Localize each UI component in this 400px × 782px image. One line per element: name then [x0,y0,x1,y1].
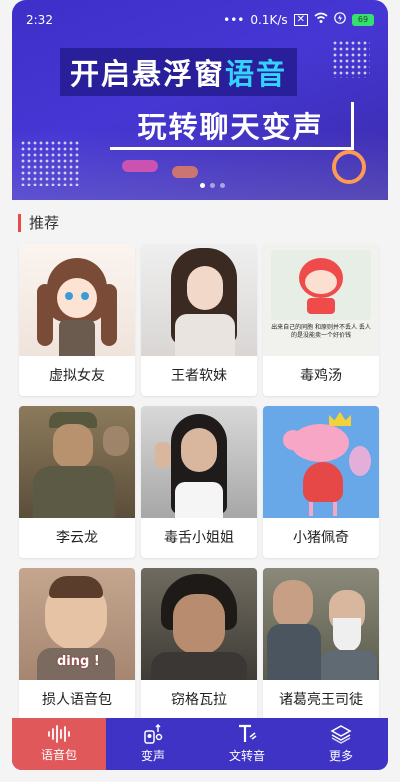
drama-still-image [263,568,379,680]
status-indicators: ••• 0.1K/s ✕ 69 [223,12,374,27]
tab-voice-pack[interactable]: 语音包 [12,718,106,770]
banner-headline: 开启悬浮窗 语音 [60,48,298,96]
voice-pack-card[interactable]: 出来自己的同胞 和原则并不丢人 丢人的是没能卖一个好价钱 毒鸡汤 [263,244,379,396]
card-label: 毒舌小姐姐 [164,530,234,546]
recommend-section: 推荐 虚拟女友 王者软妹 出来自己的同胞 和原则并不丢人 丢人的是没能卖一个好价… [12,200,388,720]
image-caption: 出来自己的同胞 和原则并不丢人 丢人的是没能卖一个好价钱 [271,324,371,339]
network-speed: 0.1K/s [250,12,288,27]
card-label: 小猪佩奇 [293,530,349,546]
bottom-tab-bar: 语音包 变声 文转音 更多 [12,718,388,770]
tab-more[interactable]: 更多 [294,718,388,770]
card-label: 窃格瓦拉 [171,692,227,708]
voice-pack-card[interactable]: ding ! 损人语音包 [19,568,135,720]
voice-pack-card[interactable]: 毒舌小姐姐 [141,406,257,558]
layers-icon [330,724,352,744]
voice-pack-grid: 虚拟女友 王者软妹 出来自己的同胞 和原则并不丢人 丢人的是没能卖一个好价钱 毒… [19,244,381,720]
voice-change-icon [142,724,164,744]
voice-pack-card[interactable]: 李云龙 [19,406,135,558]
card-label: 毒鸡汤 [300,368,342,384]
pager-dot [210,183,215,188]
tab-label: 变声 [140,749,165,763]
anime-girl-image [19,244,135,356]
pager-dot [200,183,205,188]
card-label: 李云龙 [56,530,98,546]
decor-dots [20,140,80,186]
decor-dots [332,40,370,78]
card-label: 损人语音包 [42,692,112,708]
sim-icon: ✕ [293,13,308,26]
voice-pack-card[interactable]: 王者软妹 [141,244,257,396]
girl-photo-image [141,244,257,356]
tab-voice-change[interactable]: 变声 [106,718,200,770]
image-caption: ding ! [57,654,100,669]
status-time: 2:32 [26,13,53,27]
decor-ring [332,150,366,184]
card-label: 王者软妹 [171,368,227,384]
status-bar: 2:32 ••• 0.1K/s ✕ 69 [12,0,388,40]
soldier-photo-image [19,406,135,518]
voice-pack-card[interactable]: 窃格瓦拉 [141,568,257,720]
decor-pill [122,160,158,172]
tab-label: 更多 [328,749,353,763]
app-screen: 2:32 ••• 0.1K/s ✕ 69 开启悬浮窗 语音 玩转聊天变声 推荐 … [0,0,400,782]
banner-headline-text: 开启悬浮窗 [70,57,226,91]
banner-headline-accent: 语音 [225,57,288,91]
wifi-icon [314,12,328,27]
decor-pill [172,166,198,178]
tab-text-to-speech[interactable]: 文转音 [200,718,294,770]
tab-label: 语音包 [40,748,77,762]
text-to-speech-icon [236,724,258,744]
header-banner[interactable]: 2:32 ••• 0.1K/s ✕ 69 开启悬浮窗 语音 玩转聊天变声 [12,0,388,200]
cartoon-cat-image: 出来自己的同胞 和原则并不丢人 丢人的是没能卖一个好价钱 [263,244,379,356]
banner-subheadline: 玩转聊天变声 [110,102,354,150]
charging-icon [334,12,346,27]
pager-dot [220,183,225,188]
voice-pack-card[interactable]: 虚拟女友 [19,244,135,396]
signal-dots-icon: ••• [223,12,245,27]
banner-subheadline-text: 玩转聊天变声 [137,109,324,144]
baby-photo-image: ding ! [19,568,135,680]
section-title: 推荐 [18,214,59,232]
card-label: 虚拟女友 [49,368,105,384]
waveform-icon [47,725,71,743]
tab-label: 文转音 [228,749,265,763]
banner-pager [200,183,225,188]
peppa-pig-image [263,406,379,518]
card-label: 诸葛亮王司徒 [279,692,363,708]
man-photo-image [141,568,257,680]
voice-pack-card[interactable]: 诸葛亮王司徒 [263,568,379,720]
voice-pack-card[interactable]: 小猪佩奇 [263,406,379,558]
battery-icon: 69 [352,13,374,26]
girl-selfie-image [141,406,257,518]
